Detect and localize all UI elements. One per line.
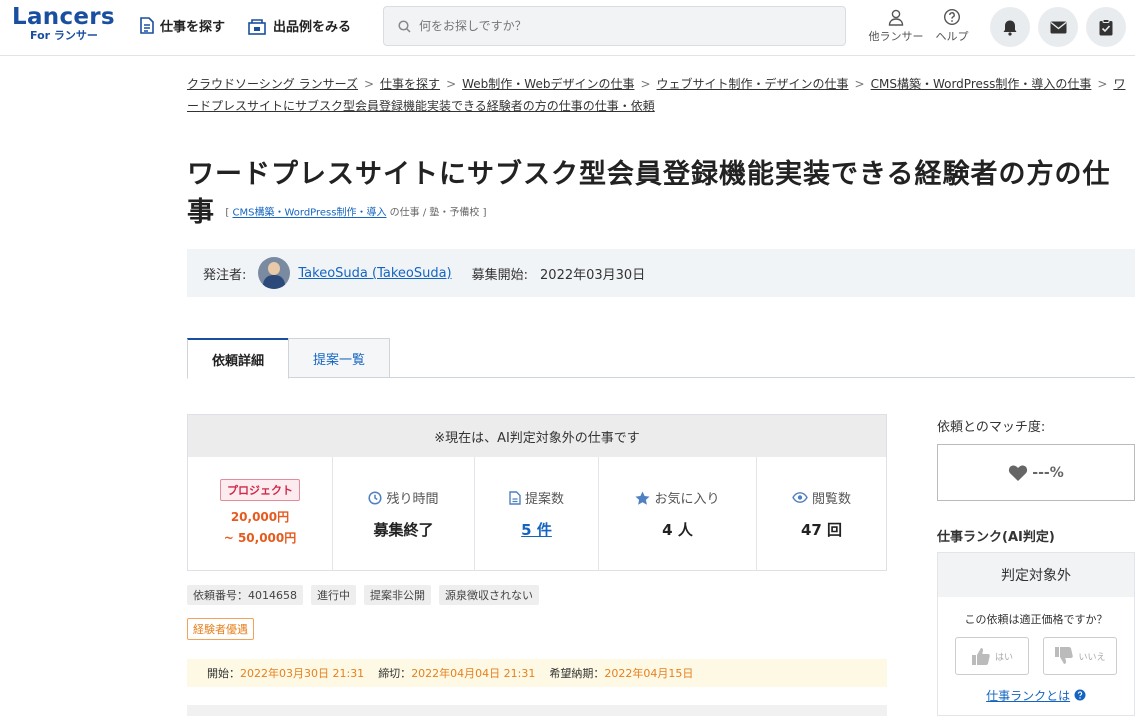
client-name-link[interactable]: TakeoSuda (TakeoSuda) (298, 266, 451, 281)
bell-icon (1003, 20, 1017, 36)
job-summary-card: ※現在は、AI判定対象外の仕事です プロジェクト 20,000円 ~ 50,00… (187, 414, 887, 571)
vote-yes-label: はい (994, 652, 1013, 663)
job-tags: 依頼番号：4014658 進行中 提案非公開 源泉徴収されない (187, 585, 547, 605)
start-date-value: 2022年03月30日 21:31 (240, 667, 365, 680)
proposal-visibility-tag: 提案非公開 (364, 585, 431, 605)
deadline-label: 締切： (378, 667, 412, 680)
client-info-bar: 発注者: TakeoSuda (TakeoSuda) 募集開始: 2022年03… (187, 249, 1135, 297)
category-link[interactable]: CMS構築・WordPress制作・導入 (233, 208, 387, 219)
start-label: 募集開始: (471, 267, 529, 283)
other-lancer-link[interactable]: 他ランサー (866, 8, 926, 44)
help-icon[interactable] (1074, 689, 1086, 701)
search-input[interactable] (419, 19, 819, 33)
rank-label: 仕事ランク(AI判定) (937, 530, 1055, 545)
clock-icon (368, 490, 383, 505)
client-label: 発注者: (203, 267, 247, 283)
views-label: 閲覧数 (811, 492, 851, 507)
heart-icon (1009, 464, 1028, 481)
status-badge: 進行中 (311, 585, 356, 605)
tab-proposals[interactable]: 提案一覧 (288, 338, 390, 378)
match-value: ---% (1032, 464, 1064, 481)
rank-value: 判定対象外 (938, 553, 1134, 597)
tab-detail[interactable]: 依頼詳細 (187, 338, 289, 379)
notification-button[interactable] (990, 7, 1030, 47)
shop-icon (248, 18, 266, 35)
nav-portfolio[interactable]: 出品例をみる (247, 16, 351, 35)
remaining-value: 募集終了 (373, 521, 434, 539)
breadcrumb-item[interactable]: 仕事を探す (380, 77, 440, 91)
other-lancer-label: 他ランサー (868, 30, 924, 43)
clipboard-check-icon (1099, 18, 1113, 35)
proposals-count-link[interactable]: 5 件 (521, 521, 552, 539)
start-date: 2022年03月30日 (540, 267, 646, 283)
document-icon (509, 490, 521, 505)
favorites-column: お気に入り 4 人 (599, 457, 757, 571)
nav-portfolio-label: 出品例をみる (273, 20, 352, 35)
thumbs-down-icon (1055, 647, 1074, 664)
eye-icon (792, 492, 808, 503)
withholding-tag: 源泉徴収されない (439, 585, 539, 605)
schedule-bar: 開始： 2022年03月30日 21:31 締切： 2022年04月04日 21… (187, 659, 887, 687)
help-icon (943, 8, 961, 26)
price-question: この依頼は適正価格ですか？ (964, 613, 1108, 626)
nav-find-jobs-label: 仕事を探す (160, 20, 226, 35)
ai-notice: ※現在は、AI判定対象外の仕事です (188, 415, 886, 457)
next-section-edge (187, 705, 887, 716)
avatar[interactable] (258, 257, 291, 289)
breadcrumb-item[interactable]: クラウドソーシング ランサーズ (187, 77, 358, 91)
project-type-badge: プロジェクト (220, 479, 300, 501)
remaining-time-column: 残り時間 募集終了 (333, 457, 475, 571)
favorites-value: 4 人 (662, 521, 693, 539)
help-label: ヘルプ (935, 30, 969, 43)
experience-preferred-tag: 経験者優遇 (187, 618, 254, 640)
price-column: プロジェクト 20,000円 ~ 50,000円 (188, 457, 333, 571)
page-title: ワードプレスサイトにサブスク型会員登録機能実装できる経験者の方の仕事 [ CMS… (187, 156, 1135, 233)
proposals-column: 提案数 5 件 (475, 457, 599, 571)
delivery-label: 希望納期： (549, 667, 605, 680)
job-number-tag: 依頼番号：4014658 (187, 585, 303, 605)
delivery-value: 2022年04月15日 (604, 667, 694, 680)
tab-bar: 依頼詳細 提案一覧 (187, 338, 1135, 379)
favorites-label: お気に入り (654, 492, 720, 507)
breadcrumb-item[interactable]: CMS構築・WordPress制作・導入の仕事 (871, 77, 1092, 91)
remaining-label: 残り時間 (386, 492, 439, 507)
deadline-value: 2022年04月04日 21:31 (411, 667, 536, 680)
nav-find-jobs[interactable]: 仕事を探す (140, 16, 225, 35)
job-category: [ CMS構築・WordPress制作・導入 の仕事 / 塾・予備校 ] (225, 207, 487, 219)
vote-yes-button[interactable]: はい (955, 637, 1029, 675)
search-bar[interactable] (383, 6, 846, 46)
logo-subtext: For ランサー (30, 29, 98, 42)
document-icon (140, 17, 154, 34)
price-range: 20,000円 ~ 50,000円 (223, 510, 297, 545)
start-date-label: 開始： (207, 667, 240, 680)
vote-no-label: いいえ (1078, 652, 1106, 663)
breadcrumb-item[interactable]: ウェブサイト制作・デザインの仕事 (657, 77, 849, 91)
logo-text: Lancers (12, 4, 115, 30)
match-label: 依頼とのマッチ度: (937, 420, 1046, 435)
user-icon (888, 9, 904, 26)
views-value: 47 回 (800, 521, 843, 539)
job-rank-panel: 判定対象外 この依頼は適正価格ですか？ はい いいえ 仕事ランクとは (937, 552, 1135, 716)
star-icon (635, 491, 650, 505)
vote-no-button[interactable]: いいえ (1043, 637, 1117, 675)
views-column: 閲覧数 47 回 (757, 457, 886, 571)
proposals-label: 提案数 (524, 492, 564, 507)
envelope-icon (1050, 21, 1066, 33)
rank-info-link[interactable]: 仕事ランクとは (986, 689, 1070, 703)
message-button[interactable] (1038, 7, 1078, 47)
breadcrumb-item[interactable]: Web制作・Webデザインの仕事 (462, 77, 634, 91)
site-header: Lancers For ランサー 仕事を探す 出品例をみる 他ランサー ヘルプ (0, 0, 1135, 56)
thumbs-up-icon (971, 648, 990, 665)
lancers-logo[interactable]: Lancers For ランサー (12, 5, 120, 49)
match-score-box: ---% (937, 444, 1135, 501)
breadcrumb: クラウドソーシング ランサーズ > 仕事を探す > Web制作・Webデザインの仕事 > ウ… (187, 77, 1126, 113)
tasks-button[interactable] (1086, 7, 1126, 47)
search-icon (398, 19, 411, 33)
help-link[interactable]: ヘルプ (932, 8, 972, 44)
